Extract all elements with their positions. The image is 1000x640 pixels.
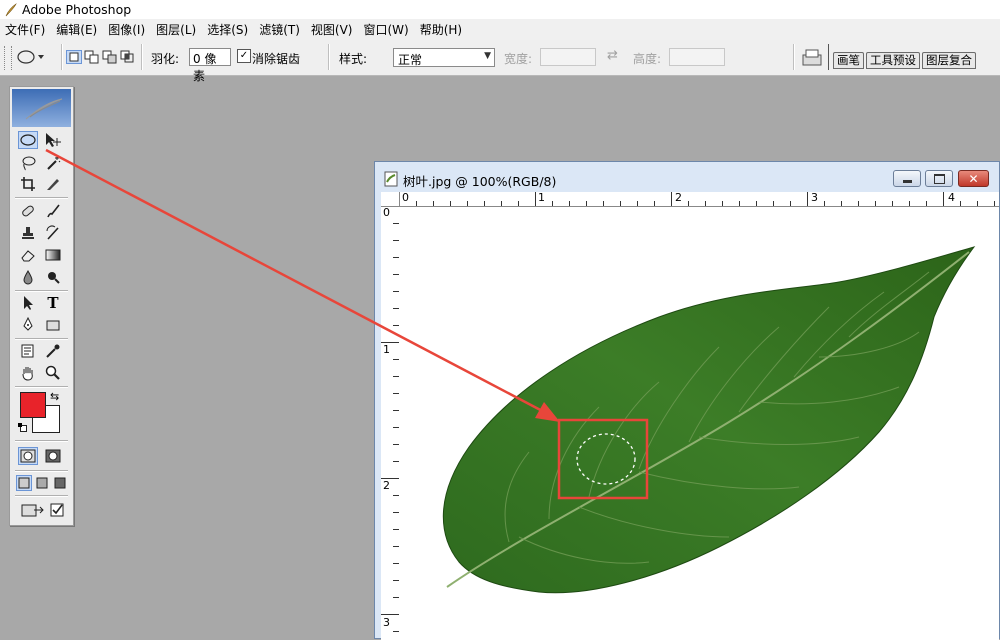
watermark-url: jingyan.baidu.com — [773, 590, 912, 608]
baidu-jingyan-watermark: Bai du 经验 jingyan.baidu.com — [765, 530, 955, 623]
annotation-highlight-box — [557, 418, 649, 500]
annotation-arrow — [45, 148, 549, 416]
annotation-arrowhead — [535, 402, 560, 422]
